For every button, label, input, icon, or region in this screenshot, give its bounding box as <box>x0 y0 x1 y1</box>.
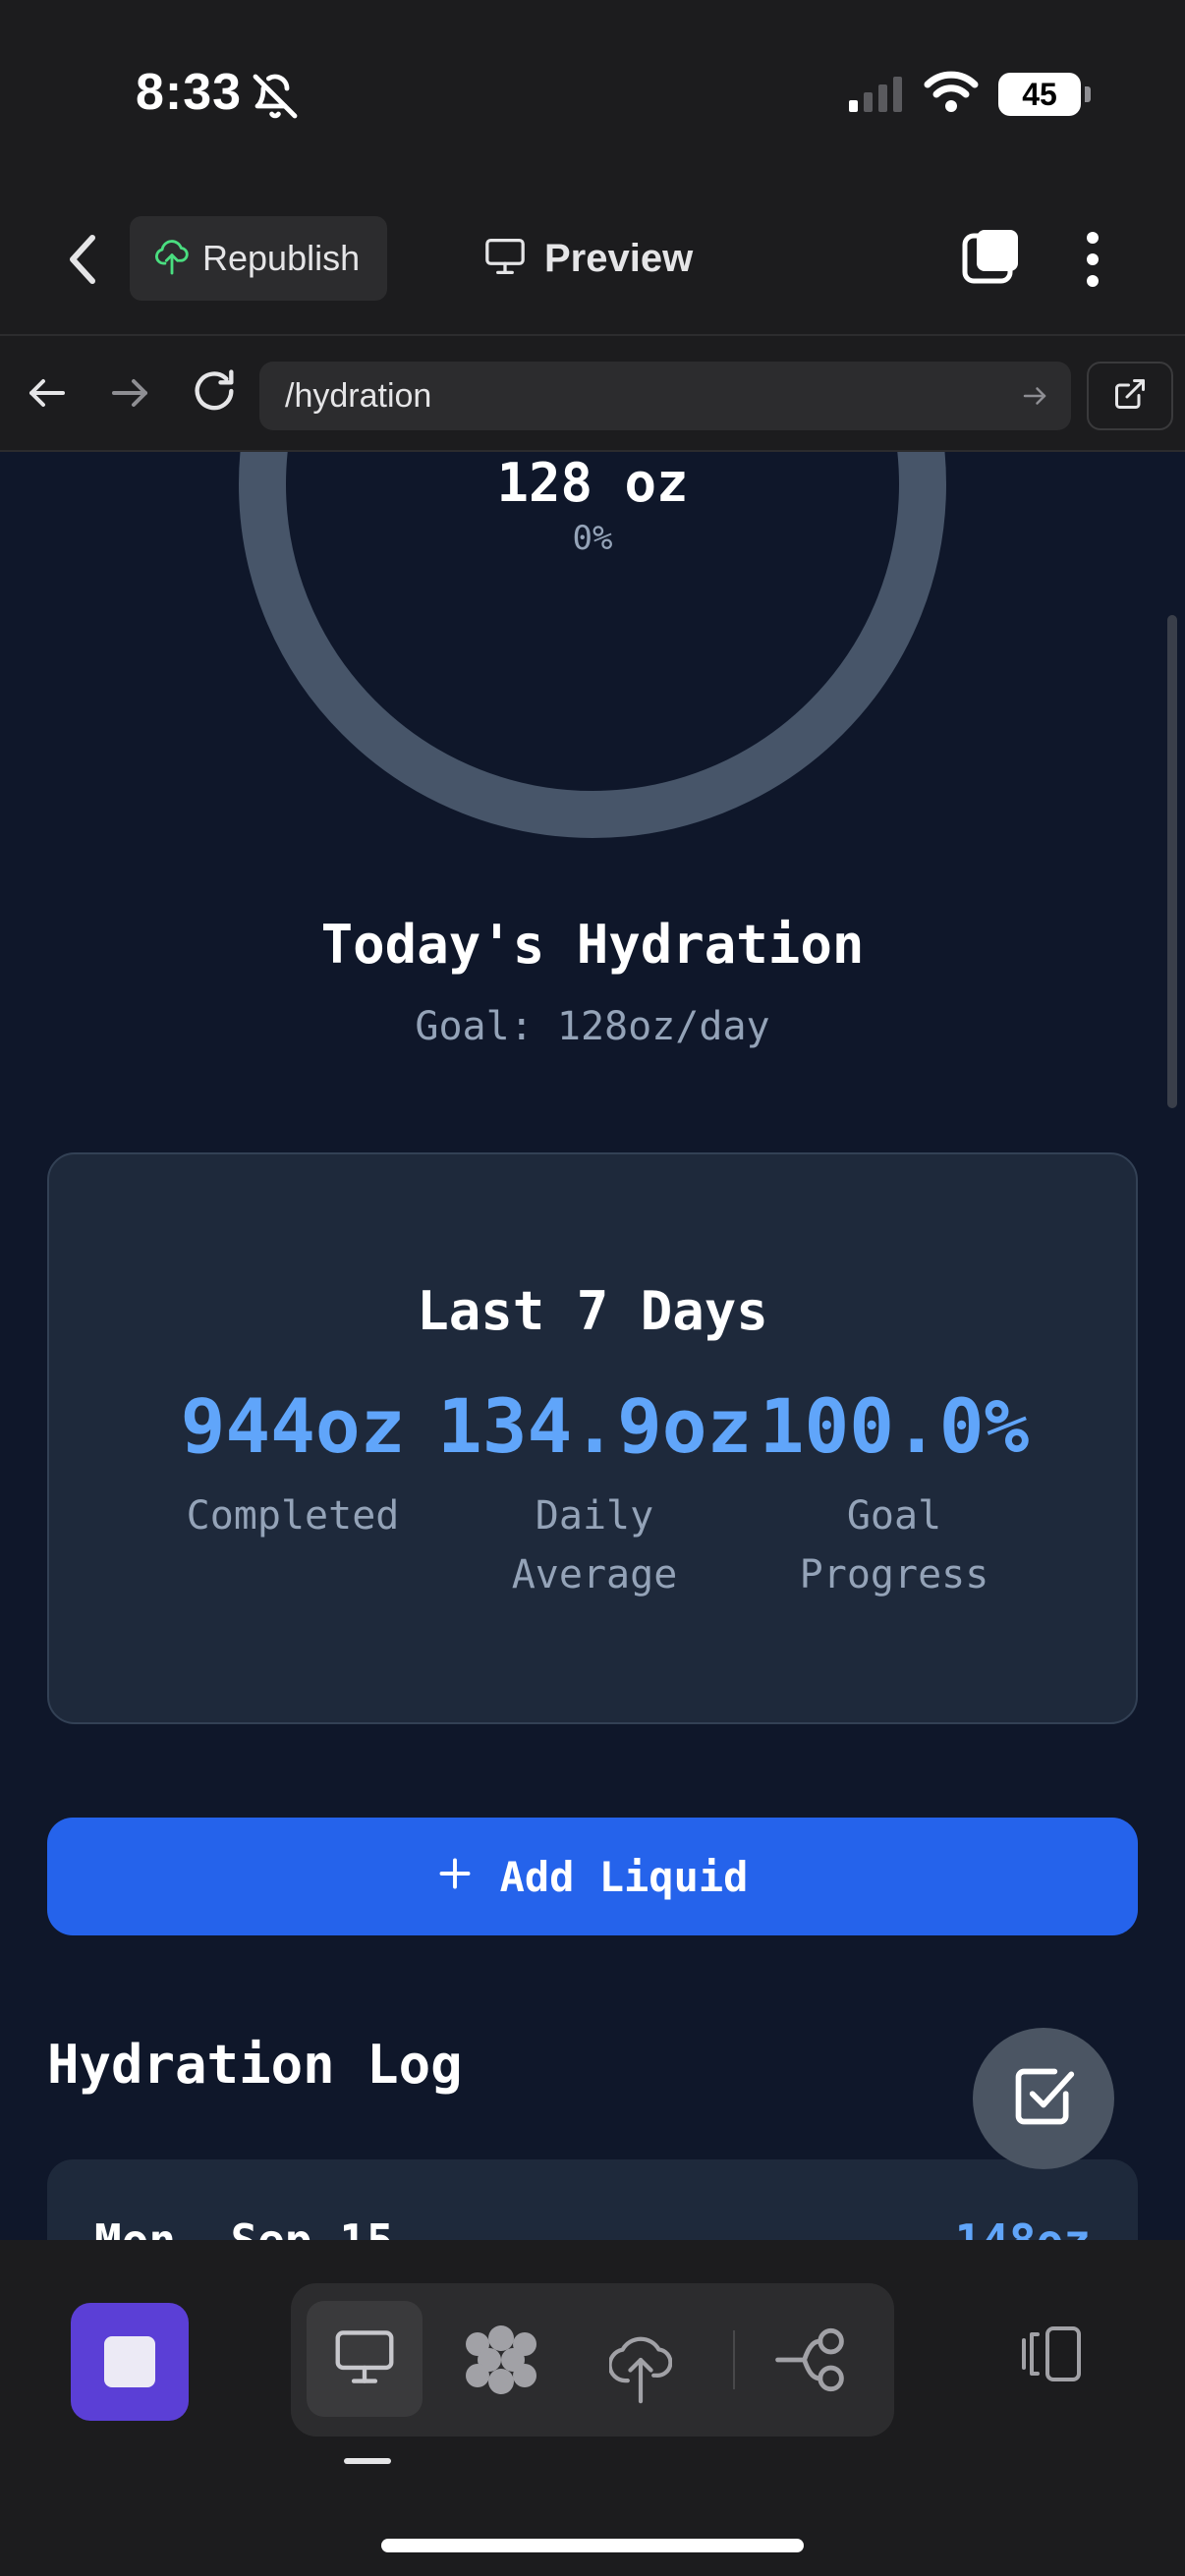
toolbar-divider <box>733 2330 735 2389</box>
battery-indicator: 45 <box>998 73 1091 116</box>
ring-amount: 128 oz <box>496 452 689 514</box>
app-toolbar: Republish Preview <box>0 196 1185 334</box>
bottom-toolbar <box>0 2240 1185 2576</box>
url-text: /hydration <box>285 376 432 415</box>
more-vertical-icon[interactable] <box>1081 230 1104 294</box>
active-tab-indicator <box>344 2458 391 2464</box>
share-nodes-icon[interactable] <box>772 2307 847 2418</box>
republish-label: Republish <box>202 238 361 278</box>
stop-button[interactable] <box>71 2303 189 2421</box>
log-entry-date: Mon, Sep 15 <box>94 2214 394 2240</box>
stat-average-label: Daily Average <box>511 1493 678 1597</box>
stat-completed-value: 944oz <box>180 1382 406 1470</box>
panel-toggle-icon[interactable] <box>1016 2323 1087 2390</box>
status-time: 8:33 <box>136 64 243 121</box>
ring-percent: 0% <box>572 519 613 558</box>
web-preview: 128 oz 0% Today's Hydration Goal: 128oz/… <box>0 452 1185 2240</box>
tool-group <box>291 2283 894 2436</box>
arrow-left-icon[interactable] <box>24 369 71 421</box>
stats-title: Last 7 Days <box>417 1280 768 1342</box>
check-square-icon <box>1010 2063 1077 2134</box>
check-fab-button[interactable] <box>973 2028 1114 2169</box>
home-indicator[interactable] <box>381 2539 804 2552</box>
stat-goal-value: 100.0% <box>759 1382 1030 1470</box>
battery-level: 45 <box>1022 77 1057 112</box>
status-bar: 8:33 45 <box>0 0 1185 196</box>
add-liquid-button[interactable]: Add Liquid <box>47 1818 1138 1935</box>
add-liquid-label: Add Liquid <box>499 1852 749 1901</box>
cloud-icon[interactable] <box>462 2303 540 2422</box>
monitor-icon <box>483 237 527 281</box>
tabs-icon[interactable] <box>961 226 1022 292</box>
signal-icon <box>847 75 906 119</box>
open-external-button[interactable] <box>1087 362 1173 430</box>
log-entry-amount: 148oz <box>955 2214 1091 2240</box>
preview-button[interactable]: Preview <box>483 216 693 301</box>
chevron-left-icon[interactable] <box>63 232 102 292</box>
hydration-title: Today's Hydration <box>320 914 865 976</box>
arrow-right-icon[interactable] <box>106 369 153 421</box>
url-bar-row: /hydration <box>0 334 1185 452</box>
desktop-view-button[interactable] <box>307 2301 423 2417</box>
log-entry[interactable]: Mon, Sep 15 148oz <box>47 2159 1138 2240</box>
hydration-goal: Goal: 128oz/day <box>415 1004 770 1049</box>
stat-goal-label: Goal Progress <box>799 1493 989 1597</box>
preview-label: Preview <box>544 236 694 280</box>
stat-completed-label: Completed <box>186 1493 400 1539</box>
url-input[interactable]: /hydration <box>259 362 1071 430</box>
plus-icon <box>437 1853 473 1901</box>
scrollbar-thumb[interactable] <box>1167 615 1177 1108</box>
stat-average-value: 134.9oz <box>437 1382 753 1470</box>
arrow-right-icon[interactable] <box>1020 381 1049 416</box>
wifi-icon <box>924 71 979 119</box>
external-link-icon <box>1112 376 1148 417</box>
stats-card: Last 7 Days 944oz Completed 134.9oz Dail… <box>47 1152 1138 1724</box>
monitor-icon <box>332 2327 397 2391</box>
reload-icon[interactable] <box>189 365 240 421</box>
republish-icon <box>155 238 189 280</box>
publish-icon[interactable] <box>607 2303 673 2422</box>
log-title: Hydration Log <box>47 2034 463 2096</box>
bell-slash-icon <box>252 73 299 125</box>
republish-button[interactable]: Republish <box>130 216 387 301</box>
